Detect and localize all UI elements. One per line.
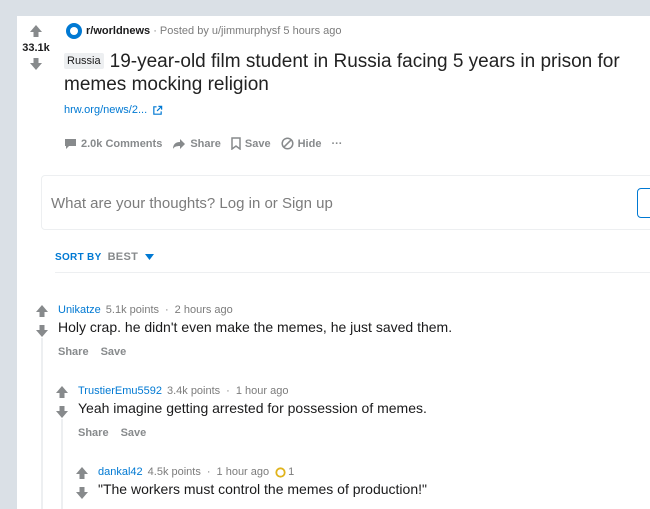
upvote-icon[interactable] — [29, 24, 43, 38]
comment-actions: Share Save — [58, 346, 138, 358]
subreddit-link[interactable]: r/worldnews — [86, 25, 150, 37]
sort-control[interactable]: SORT BY BEST — [55, 251, 155, 263]
downvote-icon[interactable] — [29, 57, 43, 71]
upvote-icon[interactable] — [75, 466, 89, 480]
thread-line[interactable] — [61, 419, 63, 509]
separator: · — [206, 466, 211, 478]
comment-save-button[interactable]: Save — [121, 427, 147, 439]
post-title-block: Russia 19-year-old film student in Russia… — [64, 50, 649, 96]
chevron-down-icon[interactable] — [145, 254, 155, 260]
post-score: 33.1k — [22, 42, 50, 54]
bookmark-icon — [231, 137, 241, 150]
comment-box[interactable]: What are your thoughts? Log in or Sign u… — [41, 175, 650, 230]
share-button[interactable]: Share — [172, 138, 221, 150]
divider — [55, 272, 650, 273]
hide-icon — [281, 137, 294, 150]
comment-meta: Unikatze 5.1k points · 2 hours ago — [58, 304, 233, 316]
upvote-icon[interactable] — [35, 304, 49, 318]
comment-save-button[interactable]: Save — [101, 346, 127, 358]
downvote-icon[interactable] — [55, 405, 69, 419]
comment-points: 4.5k points — [147, 466, 201, 478]
award-count: 1 — [288, 466, 295, 478]
post-link-text[interactable]: hrw.org/news/2... — [64, 104, 147, 116]
post-title[interactable]: 19-year-old film student in Russia facin… — [64, 51, 620, 95]
sort-label: SORT BY — [55, 251, 102, 263]
post-link[interactable]: hrw.org/news/2... — [64, 104, 163, 116]
more-icon: ··· — [331, 137, 343, 150]
hide-button[interactable]: Hide — [281, 137, 322, 150]
separator: · — [226, 385, 230, 397]
comment-body: Holy crap. he didn't even make the memes… — [58, 319, 453, 335]
posted-by: · Posted by u/jimmurphysf 5 hours ago — [153, 25, 342, 37]
external-link-icon[interactable] — [152, 105, 163, 116]
award[interactable]: 1 — [275, 466, 294, 478]
sort-value[interactable]: BEST — [108, 251, 139, 263]
comment-share-button[interactable]: Share — [58, 346, 89, 358]
comment-author[interactable]: Unikatze — [58, 304, 101, 316]
more-options-button[interactable]: ··· — [331, 138, 342, 150]
comment-points: 5.1k points — [105, 304, 159, 316]
post-vote-column: 33.1k — [17, 24, 55, 71]
comments-button[interactable]: 2.0k Comments — [64, 138, 162, 150]
comment-body: Yeah imagine getting arrested for posses… — [78, 400, 427, 416]
upvote-icon[interactable] — [55, 385, 69, 399]
hide-label: Hide — [297, 137, 322, 150]
share-label: Share — [190, 137, 221, 150]
comment-box-button[interactable] — [637, 188, 650, 218]
comment-body: "The workers must control the memes of p… — [98, 481, 427, 497]
post-flair[interactable]: Russia — [64, 53, 104, 69]
comment-time[interactable]: 1 hour ago — [217, 466, 270, 478]
comment-prompt[interactable]: What are your thoughts? Log in or Sign u… — [51, 195, 333, 212]
post-actions: 2.0k Comments Share Save Hide ··· — [64, 137, 352, 150]
comment-icon — [65, 138, 76, 149]
comment-author[interactable]: dankal42 — [98, 466, 143, 478]
comment-time[interactable]: 2 hours ago — [175, 304, 233, 316]
comment-points: 3.4k points — [166, 385, 221, 397]
comment-meta: dankal42 4.5k points · 1 hour ago 1 — [98, 466, 294, 478]
downvote-icon[interactable] — [75, 486, 89, 500]
comment-time[interactable]: 1 hour ago — [236, 385, 289, 397]
save-label: Save — [244, 137, 271, 150]
post-meta: r/worldnews · Posted by u/jimmurphysf 5 … — [66, 23, 342, 39]
share-icon — [173, 138, 186, 149]
comment-share-button[interactable]: Share — [78, 427, 109, 439]
thread-line[interactable] — [41, 338, 43, 509]
subreddit-icon[interactable] — [66, 23, 82, 39]
downvote-icon[interactable] — [35, 324, 49, 338]
comment-actions: Share Save — [78, 427, 158, 439]
comment-votes — [75, 466, 89, 506]
save-button[interactable]: Save — [231, 137, 271, 150]
separator: · — [165, 304, 169, 316]
award-icon — [275, 466, 286, 478]
comment-author[interactable]: TrustierEmu5592 — [78, 385, 162, 397]
comment-meta: TrustierEmu5592 3.4k points · 1 hour ago — [78, 385, 288, 397]
comments-label: 2.0k Comments — [81, 137, 163, 150]
